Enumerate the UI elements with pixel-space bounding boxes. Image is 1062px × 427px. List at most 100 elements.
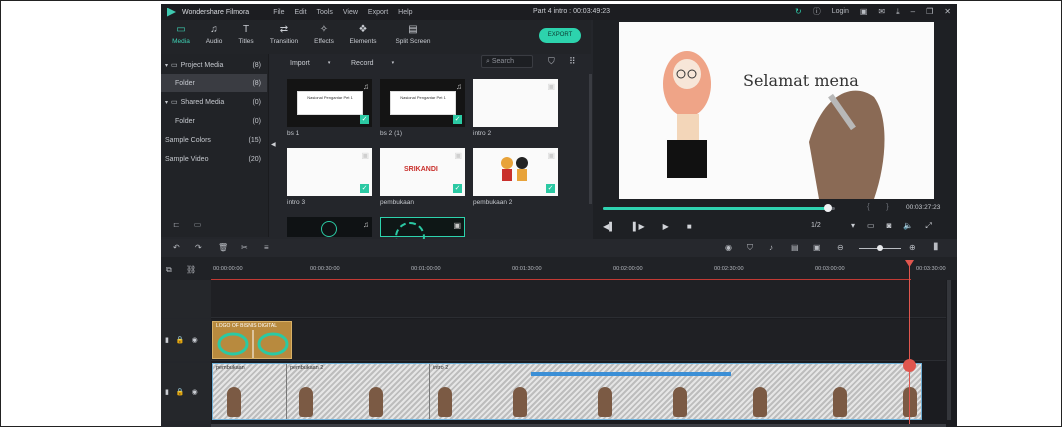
sync-icon[interactable]: ↻ (795, 7, 802, 16)
media-thumb-intro3[interactable]: ▣ ✓ (287, 148, 372, 196)
lock-icon[interactable]: 🔒 (176, 336, 185, 344)
tab-elements[interactable]: ❖ Elements (343, 24, 383, 45)
step-back-icon[interactable]: ◀▌ (603, 222, 615, 231)
tab-transition[interactable]: ⇄ Transition (264, 24, 304, 45)
zoom-in-icon[interactable]: ⊕ (909, 243, 916, 252)
record-dropdown[interactable]: Record ▾ (351, 57, 394, 69)
quality-chevron-icon[interactable]: ▾ (851, 221, 855, 231)
elements-icon: ❖ (358, 24, 368, 35)
mark-in-icon[interactable]: { (867, 202, 870, 211)
clip-label: pembukaan 2 (290, 365, 324, 371)
menu-export[interactable]: Export (368, 9, 388, 16)
media-thumb-intro2[interactable]: ▣ (473, 79, 558, 127)
media-thumb-row3-1[interactable]: ♫ (287, 217, 372, 237)
track-lane-video2[interactable] (211, 319, 946, 361)
track-header-video2: ▮ 🔒 ◉ (161, 319, 211, 361)
stop-icon[interactable]: ■ (687, 222, 692, 231)
minimize-icon[interactable]: – (911, 7, 915, 16)
menu-view[interactable]: View (343, 9, 358, 16)
chevron-down-icon: ▾ (165, 99, 169, 106)
microphone-icon[interactable]: ♪ (769, 243, 773, 252)
media-thumb-row3-2[interactable]: ▣ (380, 217, 465, 252)
snapshot-icon[interactable]: ◙ (887, 221, 892, 231)
eye-icon[interactable]: ◉ (192, 336, 198, 344)
link-icon[interactable]: ⛓ (186, 265, 196, 274)
playhead[interactable] (909, 262, 910, 427)
adjust-icon[interactable]: ≡ (264, 243, 269, 252)
undo-icon[interactable]: ↶ (173, 243, 180, 252)
media-thumb-bs2[interactable]: Nasional Pengantar Pet 1 ♫ ✓ (380, 79, 465, 127)
track-header-video1: ▮ 🔒 ◉ (161, 363, 211, 421)
form-thumbnail-bar (531, 372, 731, 376)
tab-effects[interactable]: ✧ Effects (304, 24, 344, 45)
display-icon[interactable]: ▭ (867, 221, 875, 231)
media-thumb-bs1[interactable]: Nasional Pengantar Pet 1 ♫ ✓ (287, 79, 372, 127)
preview-seek-bar[interactable] (603, 204, 835, 212)
filter-icon[interactable]: ⛉ (548, 56, 555, 67)
new-folder-icon[interactable]: ⊏ (173, 220, 180, 229)
timeline-clip-logo[interactable]: LOGO OF BISNIS DIGITAL (212, 321, 292, 359)
media-scrollbar[interactable] (589, 74, 592, 204)
collapse-panel-icon[interactable]: ◀ (271, 141, 276, 148)
track-video-icon[interactable]: ▮ (165, 336, 169, 344)
track-lane-empty[interactable] (211, 280, 946, 318)
hand-thumbnail (513, 387, 527, 417)
lock-icon[interactable]: 🔒 (176, 388, 185, 396)
restore-icon[interactable]: ❐ (926, 7, 933, 16)
pause-bar-icon[interactable]: ▮ (933, 241, 939, 252)
info-icon[interactable]: ⓘ (813, 6, 821, 17)
media-thumb-label: intro 3 (287, 199, 306, 206)
mail-icon[interactable]: ✉ (878, 7, 885, 16)
grid-view-icon[interactable]: ⠿ (569, 56, 576, 67)
zoom-handle[interactable] (877, 245, 883, 251)
fullscreen-icon[interactable]: ⤢ (925, 221, 931, 231)
seek-handle[interactable] (824, 204, 833, 212)
redo-icon[interactable]: ↷ (195, 243, 202, 252)
clip-divider (286, 364, 287, 419)
timeline-video-track[interactable]: pembukaan pembukaan 2 intro 2 (212, 363, 922, 420)
library-sample-video[interactable]: Sample Video (20) (161, 150, 267, 168)
save-icon[interactable]: ▣ (860, 7, 868, 16)
media-thumb-pembukaan[interactable]: SRIKANDI ▣ ✓ (380, 148, 465, 196)
play-icon[interactable]: ▶ (663, 222, 669, 231)
tab-titles[interactable]: T Titles (226, 24, 266, 45)
volume-icon[interactable]: 🔈 (903, 221, 913, 231)
mark-out-icon[interactable]: } (886, 202, 889, 211)
caption-icon[interactable]: ▣ (813, 243, 821, 252)
library-project-media[interactable]: ▾ ▭ Project Media (8) (161, 56, 267, 74)
track-video-icon[interactable]: ▮ (165, 388, 169, 396)
download-icon[interactable]: ⤓ (896, 7, 900, 17)
ruler-label: 00:02:30:00 (714, 266, 744, 272)
timeline-vertical-scrollbar[interactable] (947, 280, 951, 420)
delete-icon[interactable]: 🗑 (218, 243, 228, 252)
add-track-icon[interactable]: ⧉ (166, 265, 172, 275)
menu-edit[interactable]: Edit (294, 9, 306, 16)
login-link[interactable]: Login (832, 8, 849, 15)
menu-tools[interactable]: Tools (317, 9, 333, 16)
voiceover-icon[interactable]: ▤ (791, 243, 799, 252)
media-search-input[interactable]: ⌕ Search (481, 55, 533, 68)
library-folder-selected[interactable]: Folder (8) (161, 74, 267, 92)
folder-icon[interactable]: ▭ (194, 220, 202, 229)
library-shared-folder[interactable]: Folder (0) (161, 112, 267, 130)
tab-transition-label: Transition (269, 38, 299, 45)
export-button[interactable]: EXPORT (539, 28, 581, 43)
render-icon[interactable]: ◉ (725, 243, 732, 252)
playback-quality-select[interactable]: 1/2 (811, 222, 821, 229)
cut-icon[interactable]: ✂ (241, 243, 248, 252)
close-icon[interactable]: ✕ (944, 7, 951, 16)
library-sample-colors[interactable]: Sample Colors (15) (161, 131, 267, 149)
eye-icon[interactable]: ◉ (192, 388, 198, 396)
zoom-out-icon[interactable]: ⊖ (837, 243, 844, 252)
timeline-ruler[interactable]: ⧉ ⛓ 00:00:00:00 00:00:30:00 00:01:00:00 … (161, 257, 957, 280)
media-thumb-pembukaan2[interactable]: ▣ ✓ (473, 148, 558, 196)
tab-split-screen[interactable]: ▤ Split Screen (391, 24, 435, 45)
shield-icon[interactable]: ⛉ (747, 243, 753, 253)
step-forward-icon[interactable]: ▌▶ (633, 222, 645, 231)
import-dropdown[interactable]: Import ▾ (290, 57, 330, 69)
library-shared-media[interactable]: ▾ ▭ Shared Media (0) (161, 93, 267, 111)
menu-file[interactable]: File (273, 9, 284, 16)
playhead-marker[interactable] (903, 359, 916, 372)
media-thumb-label: pembukaan 2 (473, 199, 513, 206)
menu-help[interactable]: Help (398, 9, 412, 16)
